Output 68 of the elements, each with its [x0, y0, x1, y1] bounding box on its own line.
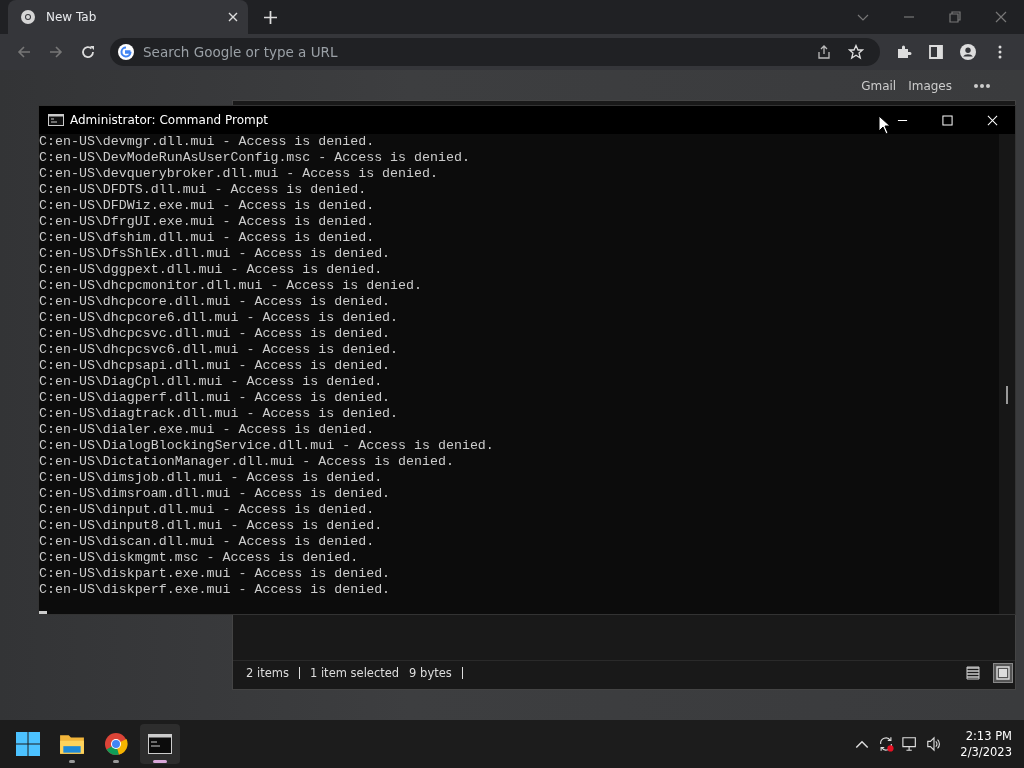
console-line: C:en-US\diagtrack.dll.mui - Access is denied. [39, 406, 400, 422]
clock-date: 2/3/2023 [960, 744, 1012, 760]
status-text: 9 bytes [409, 666, 452, 680]
status-text: 2 items [246, 666, 289, 680]
console-line: C:en-US\dhcpcsvc.dll.mui - Access is denied. [39, 326, 392, 342]
google-icon [118, 44, 134, 60]
scrollbar-thumb[interactable] [1006, 386, 1008, 404]
status-text: 1 item selected [309, 666, 400, 680]
console-line: C:en-US\DFDTS.dll.mui - Access is denied. [39, 182, 368, 198]
console-line: C:en-US\diskmgmt.msc - Access is denied. [39, 550, 360, 566]
console-line: C:en-US\discan.dll.mui - Access is denied. [39, 534, 376, 550]
console-line: C:en-US\DfsShlEx.dll.mui - Access is denied. [39, 246, 392, 262]
console-line: C:en-US\diagperf.dll.mui - Access is denied. [39, 390, 392, 406]
address-bar[interactable]: Search Google or type a URL [110, 38, 880, 66]
console-line: C:en-US\DiagCpl.dll.mui - Access is denied. [39, 374, 384, 390]
restore-icon[interactable] [949, 11, 961, 23]
console-line: C:en-US\diskpart.exe.mui - Access is denied. [39, 566, 392, 582]
console-line: C:en-US\DfrgUI.exe.mui - Access is denied. [39, 214, 376, 230]
terminal-taskbar-button[interactable] [140, 724, 180, 764]
console-line: C:en-US\DictationManager.dll.mui - Access is denied. [39, 454, 455, 470]
browser-tab[interactable]: New Tab [8, 0, 248, 34]
maximize-icon[interactable] [942, 114, 953, 126]
address-placeholder: Search Google or type a URL [143, 44, 338, 60]
forward-icon[interactable] [48, 44, 64, 60]
clock[interactable]: 2:13 PM 2/3/2023 [946, 728, 1024, 760]
console-line: C:en-US\diskperf.exe.mui - Access is denied. [39, 582, 392, 598]
puzzle-icon[interactable] [896, 44, 912, 60]
clock-time: 2:13 PM [965, 728, 1012, 744]
text-cursor [39, 611, 47, 614]
console-line: C:en-US\dinput8.dll.mui - Access is denied. [39, 518, 384, 534]
chrome-icon [20, 9, 36, 25]
console-line: C:en-US\dimsjob.dll.mui - Access is denied. [39, 470, 384, 486]
back-icon[interactable] [16, 44, 32, 60]
console-line: C:en-US\devmgr.dll.mui - Access is denied. [39, 134, 376, 150]
console-line: C:en-US\dinput.dll.mui - Access is denied. [39, 502, 376, 518]
reload-icon[interactable] [80, 44, 96, 60]
apps-grid-icon[interactable] [974, 83, 990, 89]
console-line: C:en-US\dfshim.dll.mui - Access is denied. [39, 230, 376, 246]
console-line: C:en-US\dhcpcore.dll.mui - Access is denied. [39, 294, 392, 310]
network-icon[interactable] [902, 736, 919, 752]
chrome-icon [104, 732, 128, 756]
console-line: C:en-US\dhcpcmonitor.dll.mui - Access is denied. [39, 278, 423, 294]
console-line: C:en-US\dimsroam.dll.mui - Access is denied. [39, 486, 392, 502]
sync-icon[interactable] [878, 736, 895, 752]
console-line: C:en-US\dhcpcore6.dll.mui - Access is denied. [39, 310, 400, 326]
new-tab-icon[interactable] [264, 10, 277, 24]
terminal-icon [148, 734, 172, 754]
window-title: Administrator: Command Prompt [70, 113, 268, 127]
console-line: C:en-US\DFDWiz.exe.mui - Access is denied. [39, 198, 376, 214]
profile-icon[interactable] [960, 44, 976, 60]
windows-logo-icon [16, 732, 40, 756]
tab-title: New Tab [46, 10, 98, 24]
console-line: C:en-US\dhcpcsvc6.dll.mui - Access is denied. [39, 342, 400, 358]
console-line: C:en-US\DialogBlockingService.dll.mui - Access is denied. [39, 438, 495, 454]
console-line: C:en-US\dialer.exe.mui - Access is denied. [39, 422, 376, 438]
view-button[interactable] [963, 663, 983, 683]
view-button[interactable] [993, 663, 1013, 683]
terminal-icon [48, 114, 64, 126]
console-line: C:en-US\dggpext.dll.mui - Access is denied. [39, 262, 384, 278]
console-line: C:en-US\devquerybroker.dll.mui - Access is denied. [39, 166, 439, 182]
console-line: C:en-US\dhcpsapi.dll.mui - Access is denied. [39, 358, 392, 374]
console-line: C:en-US\DevModeRunAsUserConfig.msc - Access is denied. [39, 150, 471, 166]
star-icon[interactable] [848, 44, 864, 60]
header-link[interactable]: Gmail [861, 79, 897, 93]
volume-icon[interactable] [926, 736, 943, 752]
side-panel-icon[interactable] [928, 44, 944, 60]
header-link[interactable]: Images [908, 79, 952, 93]
share-icon[interactable] [816, 44, 832, 60]
